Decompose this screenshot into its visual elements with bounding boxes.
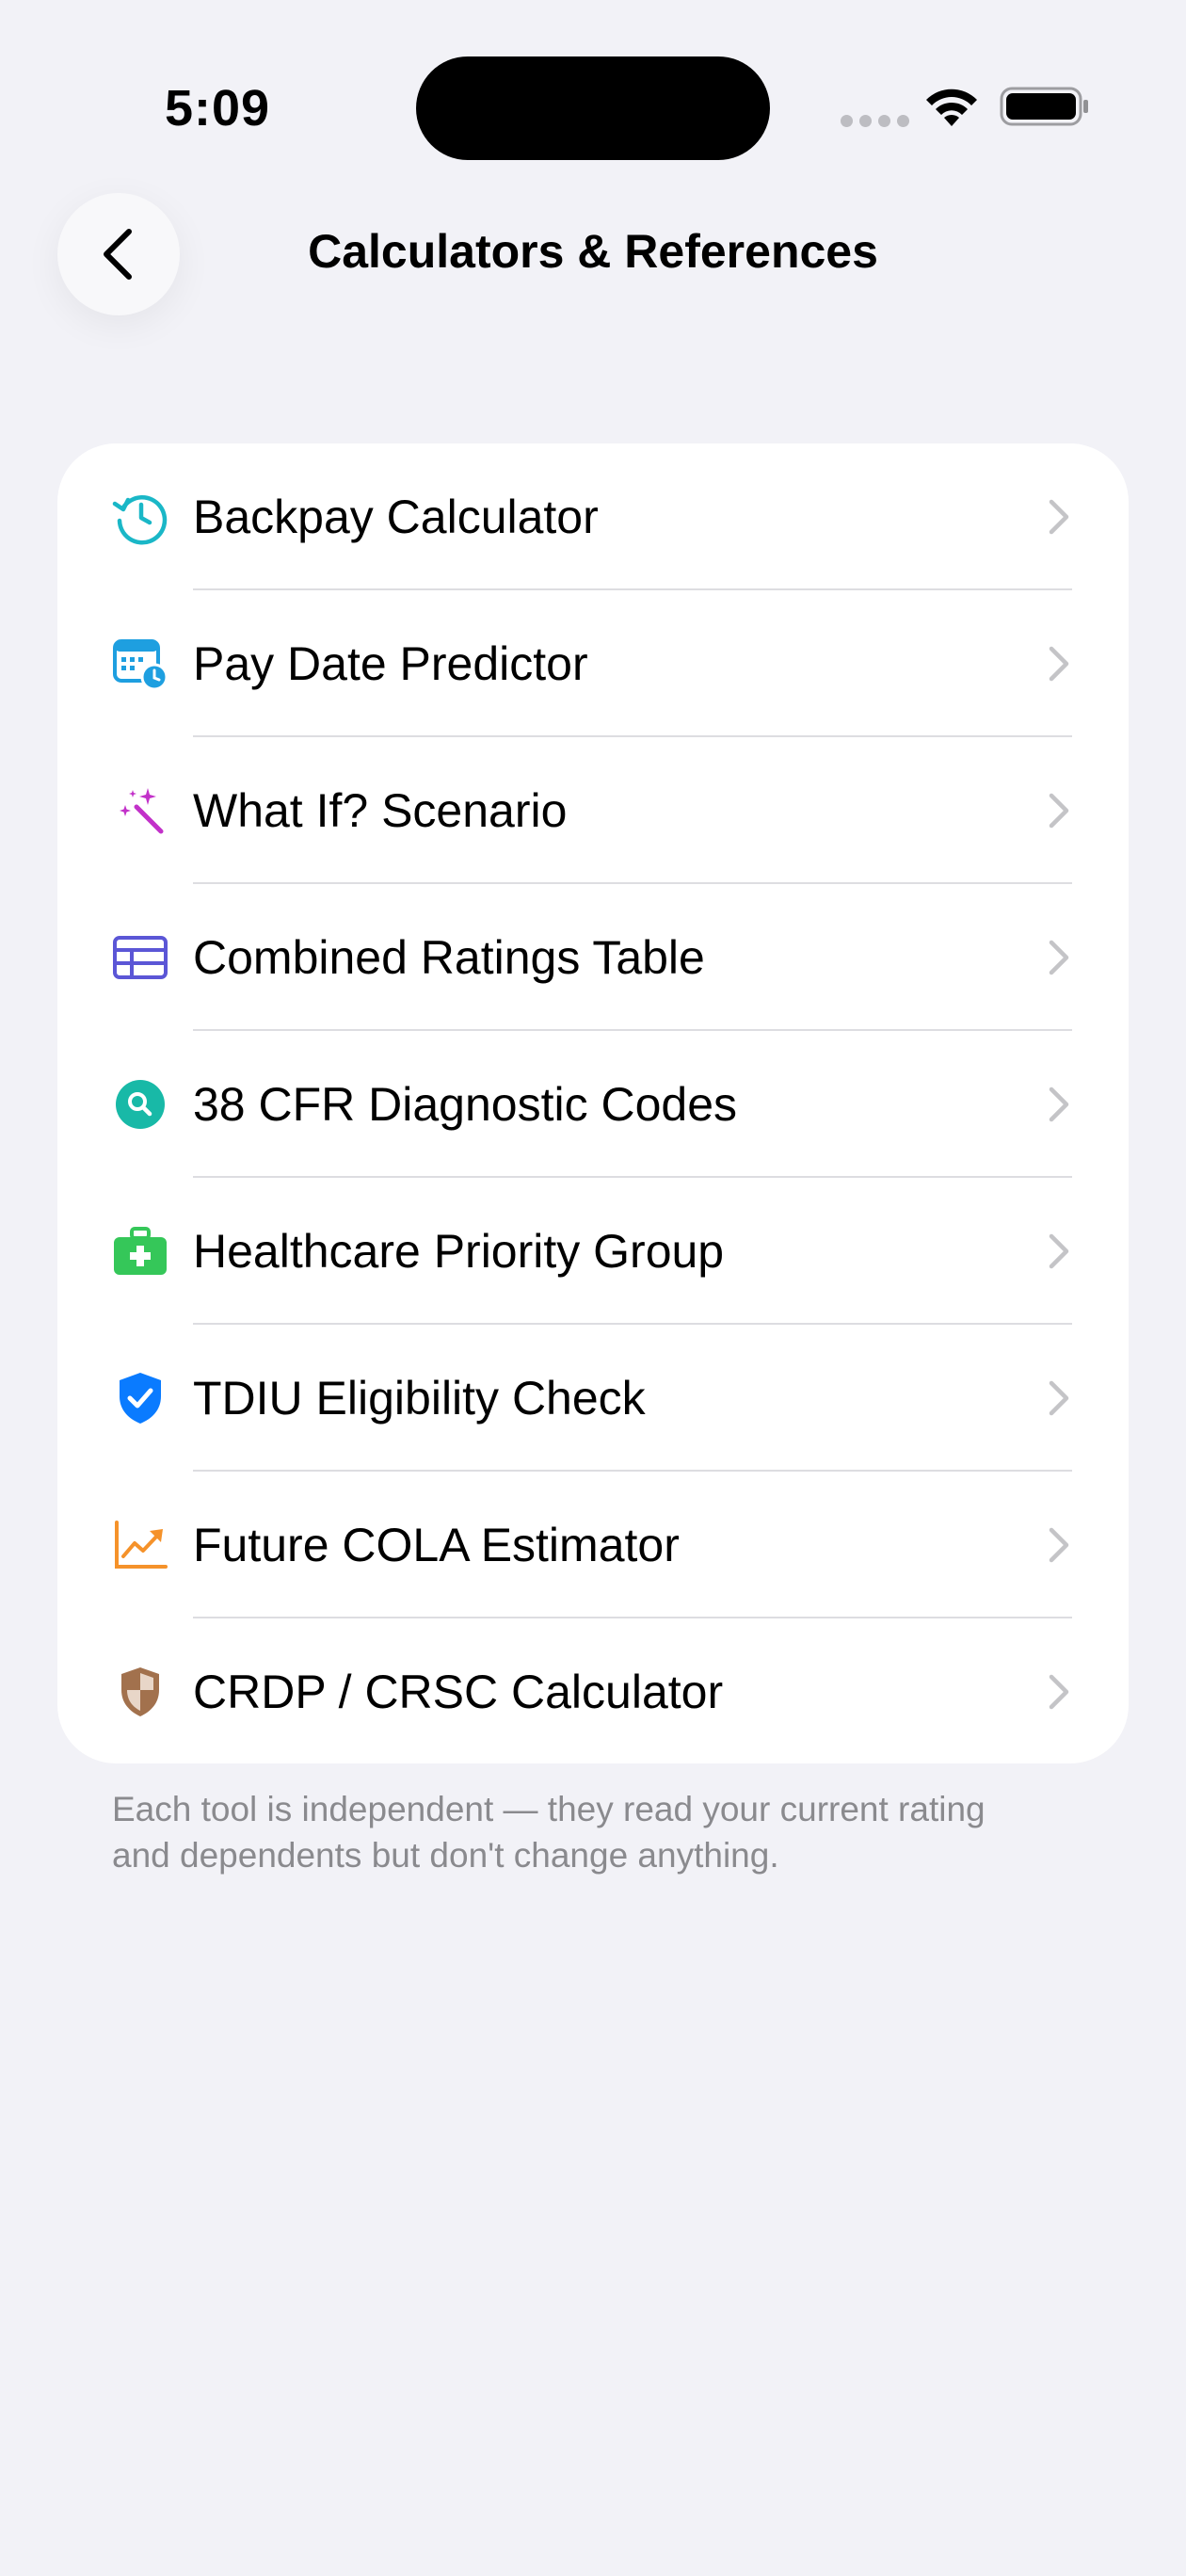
chevron-right-icon [1049, 940, 1069, 975]
list-item-what-if-scenario[interactable]: What If? Scenario [57, 737, 1129, 884]
table-icon [112, 929, 168, 986]
list-item-crdp-crsc-calculator[interactable]: CRDP / CRSC Calculator [57, 1618, 1129, 1763]
chevron-right-icon [1049, 1527, 1069, 1563]
medical-kit-icon [112, 1223, 168, 1280]
magnifier-icon [112, 1076, 168, 1133]
list-item-label: Backpay Calculator [193, 491, 599, 543]
footnote: Each tool is independent — they read you… [112, 1790, 986, 1875]
list-item-label: Future COLA Estimator [193, 1519, 680, 1571]
list-item-label: TDIU Eligibility Check [193, 1372, 646, 1425]
list-item-label: 38 CFR Diagnostic Codes [193, 1078, 738, 1131]
chevron-right-icon [1049, 1380, 1069, 1416]
list-item-future-cola-estimator[interactable]: Future COLA Estimator [57, 1472, 1129, 1618]
chevron-right-icon [1049, 1674, 1069, 1710]
page-title: Calculators & References [308, 225, 878, 278]
wifi-icon [926, 89, 977, 126]
clock-history-icon [112, 489, 168, 545]
dynamic-island [416, 56, 770, 160]
chevron-right-icon [1049, 499, 1069, 535]
chevron-right-icon [1049, 1087, 1069, 1122]
list-item-label: Pay Date Predictor [193, 637, 588, 690]
trend-chart-icon [112, 1517, 168, 1573]
shield-half-icon [112, 1664, 168, 1720]
list-item-healthcare-priority-group[interactable]: Healthcare Priority Group [57, 1178, 1129, 1325]
list-item-38-cfr-diagnostic-codes[interactable]: 38 CFR Diagnostic Codes [57, 1031, 1129, 1178]
chevron-right-icon [1049, 1233, 1069, 1269]
list-item-pay-date-predictor[interactable]: Pay Date Predictor [57, 590, 1129, 737]
shield-check-icon [112, 1370, 168, 1426]
list-item-label: CRDP / CRSC Calculator [193, 1666, 724, 1718]
list-item-label: What If? Scenario [193, 784, 568, 837]
status-bar: 5:09 [0, 0, 1186, 217]
battery-icon [1000, 87, 1088, 126]
list-item-backpay-calculator[interactable]: Backpay Calculator [57, 443, 1129, 590]
list-item-combined-ratings-table[interactable]: Combined Ratings Table [57, 884, 1129, 1031]
tools-list: Backpay Calculator Pay Date Predictor Wh… [57, 443, 1129, 1763]
list-item-label: Combined Ratings Table [193, 931, 705, 984]
cellular-signal-icon [841, 115, 909, 127]
status-time: 5:09 [165, 80, 271, 137]
chevron-right-icon [1049, 793, 1069, 829]
chevron-right-icon [1049, 646, 1069, 682]
list-item-tdiu-eligibility-check[interactable]: TDIU Eligibility Check [57, 1325, 1129, 1472]
calendar-clock-icon [112, 636, 168, 692]
magic-wand-icon [112, 782, 168, 839]
list-item-label: Healthcare Priority Group [193, 1225, 725, 1278]
